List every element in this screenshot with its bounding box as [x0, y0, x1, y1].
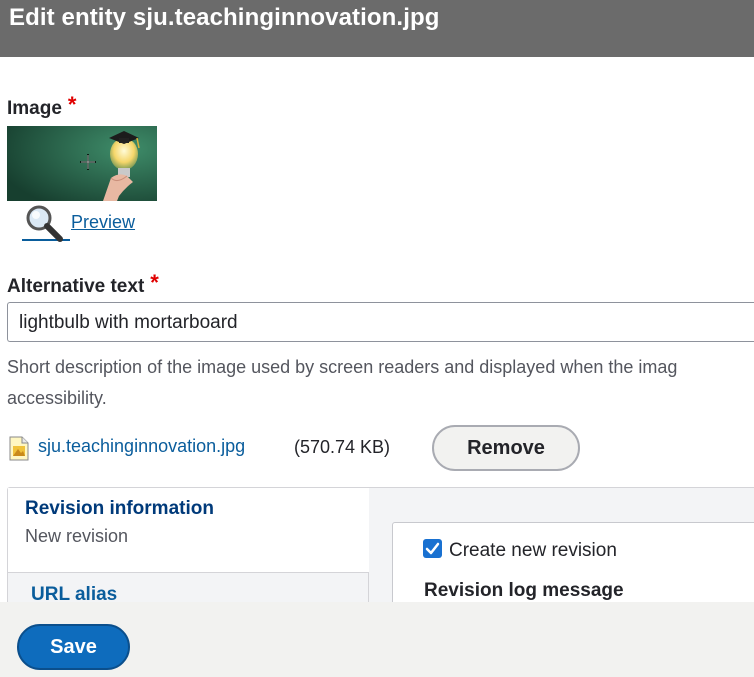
image-field-label: Image *	[7, 92, 77, 119]
alt-text-input[interactable]: lightbulb with mortarboard	[7, 302, 754, 342]
checkmark-icon	[425, 542, 440, 555]
alt-text-description: Short description of the image used by s…	[7, 357, 678, 408]
tab-revision-summary: New revision	[25, 526, 129, 546]
thumbnail-picture	[7, 126, 157, 201]
remove-button[interactable]: Remove	[432, 425, 580, 471]
create-revision-label[interactable]: Create new revision	[449, 540, 617, 562]
image-thumbnail[interactable]	[7, 126, 157, 201]
required-mark: *	[150, 270, 159, 295]
alt-text-label: Alternative text *	[7, 270, 159, 297]
required-mark: *	[67, 92, 77, 117]
preview-link[interactable]: Preview	[71, 212, 135, 233]
dialog-titlebar: Edit entity sju.teachinginnovation.jpg	[0, 0, 754, 57]
create-revision-checkbox[interactable]	[423, 539, 442, 558]
magnifier-icon[interactable]	[20, 201, 72, 245]
revision-log-label: Revision log message	[424, 580, 624, 601]
file-size: (570.74 KB)	[294, 437, 391, 457]
save-button[interactable]: Save	[17, 624, 130, 670]
file-link[interactable]: sju.teachinginnovation.jpg	[38, 436, 245, 457]
file-image-icon	[9, 436, 29, 461]
tab-revision-title[interactable]: Revision information	[25, 498, 214, 520]
dialog-title: Edit entity sju.teachinginnovation.jpg	[9, 4, 440, 31]
